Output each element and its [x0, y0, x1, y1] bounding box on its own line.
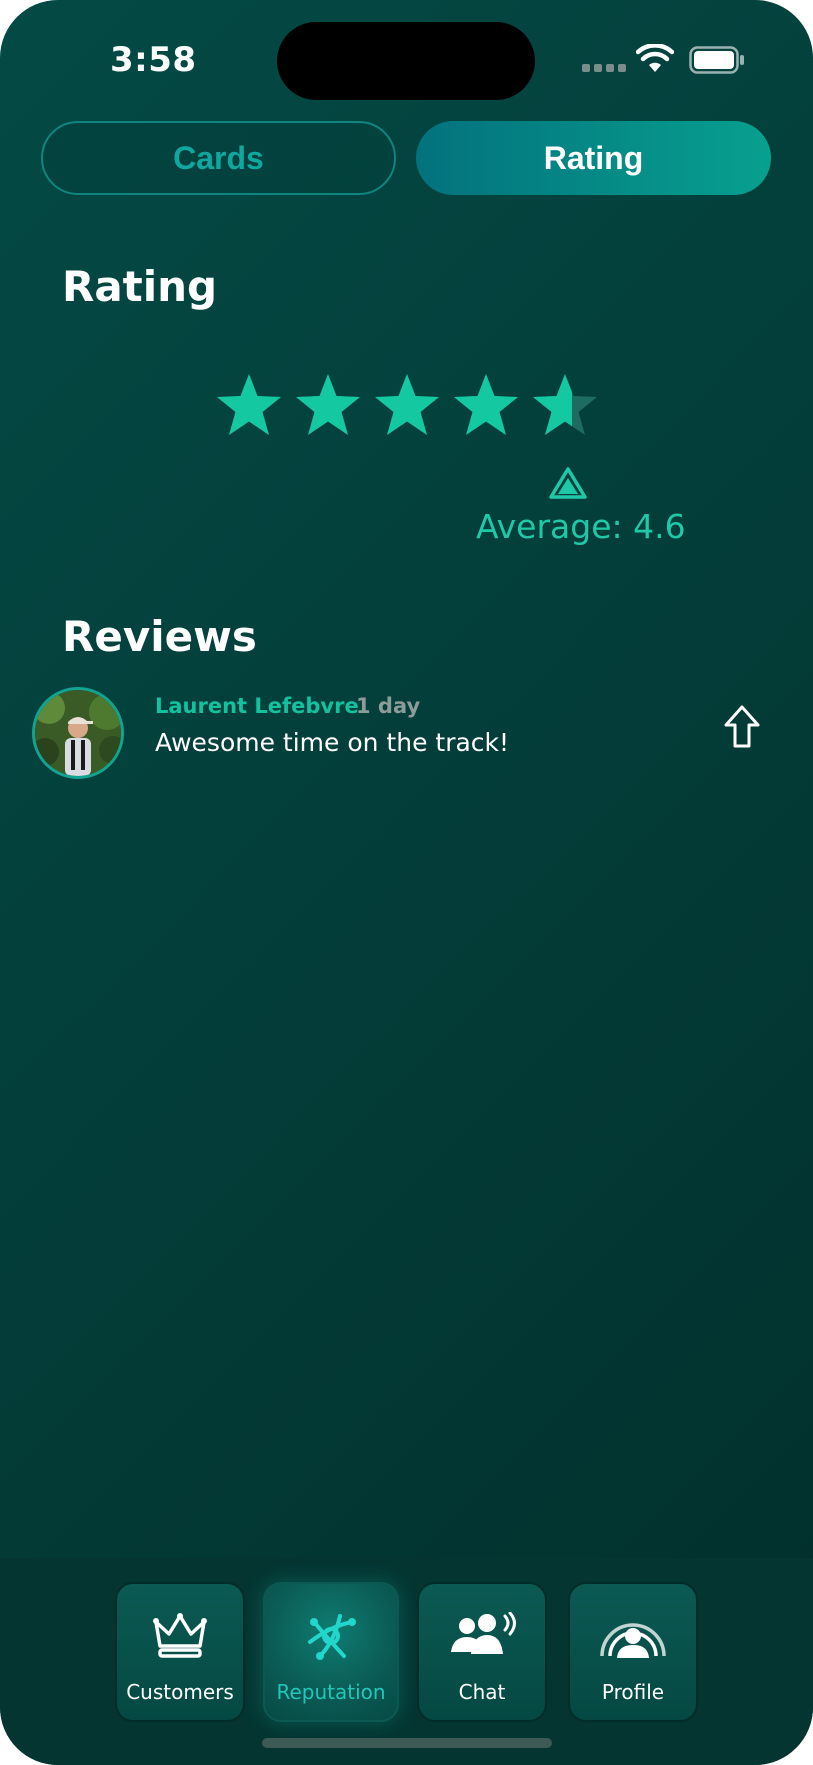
- star-icon: [375, 374, 439, 435]
- tab-chat[interactable]: Chat: [417, 1582, 547, 1722]
- review-text: Awesome time on the track!: [155, 728, 510, 757]
- rating-heading: Rating: [62, 262, 218, 311]
- tab-reputation-label: Reputation: [276, 1680, 386, 1704]
- review-age: 1 day: [356, 694, 421, 718]
- tab-cards-label: Cards: [173, 139, 264, 176]
- reputation-icon: [308, 1614, 356, 1660]
- tab-chat-label: Chat: [458, 1680, 506, 1704]
- average-rating-text: Average: 4.6: [476, 507, 686, 546]
- battery-icon: [689, 46, 744, 74]
- star-rating: [214, 372, 600, 442]
- crown-icon: [153, 1613, 207, 1658]
- tab-profile[interactable]: Profile: [568, 1582, 698, 1722]
- reviews-heading: Reviews: [62, 612, 257, 661]
- home-indicator: [262, 1738, 552, 1748]
- star-icon: [296, 374, 360, 435]
- share-up-arrow-icon[interactable]: [722, 704, 762, 750]
- tab-customers-label: Customers: [126, 1680, 234, 1704]
- chat-people-icon: [451, 1612, 516, 1654]
- star-icon: [533, 374, 597, 435]
- app-screen: 3:58 Cards Rating Rating Average: 4.6 Re…: [0, 0, 813, 1765]
- status-time: 3:58: [110, 40, 197, 80]
- star-icon: [454, 374, 518, 435]
- tab-reputation[interactable]: Reputation: [263, 1582, 399, 1722]
- review-author: Laurent Lefebvre: [155, 694, 359, 718]
- star-icon: [217, 374, 281, 435]
- avatar[interactable]: [32, 687, 124, 779]
- dynamic-island: [277, 22, 535, 100]
- tab-cards[interactable]: Cards: [41, 121, 396, 195]
- tab-rating-label: Rating: [543, 139, 644, 176]
- average-triangle-icon: [549, 467, 587, 499]
- tab-profile-label: Profile: [601, 1680, 665, 1704]
- profile-arch-icon: [600, 1623, 666, 1658]
- wifi-icon: [636, 44, 674, 72]
- cellular-signal-icon: [582, 64, 626, 74]
- tab-rating[interactable]: Rating: [416, 121, 771, 195]
- tab-customers[interactable]: Customers: [115, 1582, 245, 1722]
